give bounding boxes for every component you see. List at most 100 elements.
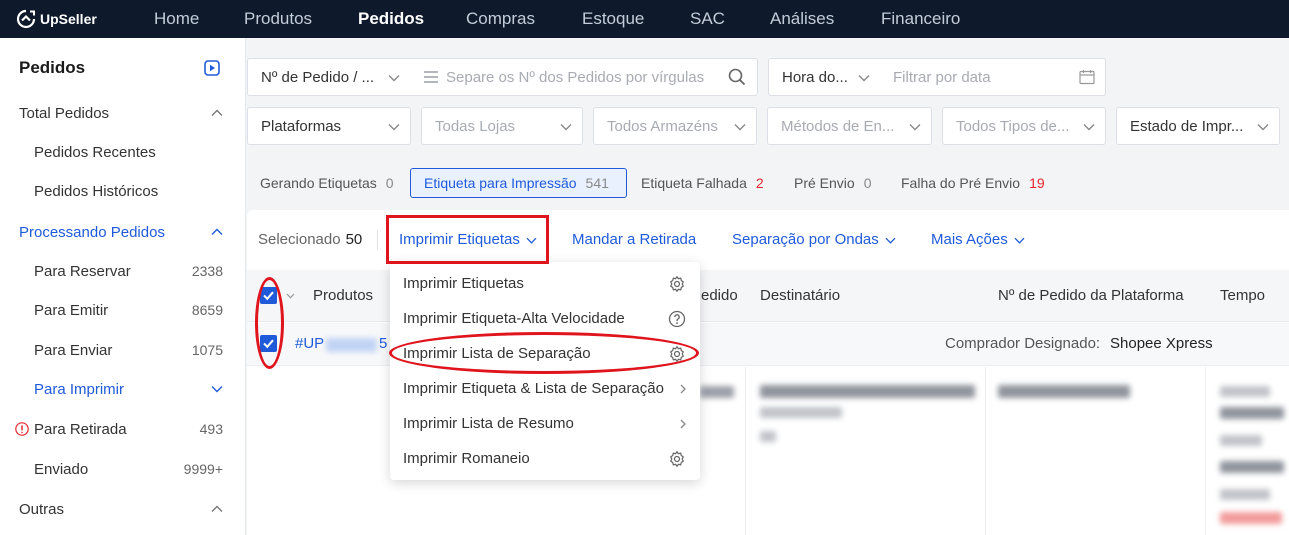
sidebar-item-enviado[interactable]: Enviado 9999+	[0, 450, 246, 488]
tab-etiqueta-para-impressao[interactable]: Etiqueta para Impressão 541	[410, 168, 627, 198]
shipping-method-select[interactable]: Métodos de En...	[767, 107, 932, 145]
menu-item-print-labels-high-speed[interactable]: Imprimir Etiqueta-Alta Velocidade	[390, 301, 700, 336]
menu-item-print-label-and-picking-list[interactable]: Imprimir Etiqueta & Lista de Separação	[390, 371, 700, 406]
nav-financeiro[interactable]: Financeiro	[881, 8, 960, 29]
search-icon[interactable]	[728, 68, 746, 86]
sidebar-item-para-reservar[interactable]: Para Reservar 2338	[0, 252, 246, 290]
platform-select[interactable]: Plataformas	[247, 107, 411, 145]
menu-item-label: Imprimir Lista de Separação	[403, 345, 591, 362]
redacted-text	[1220, 407, 1284, 419]
menu-item-label: Imprimir Etiqueta-Alta Velocidade	[403, 310, 625, 327]
tab-count: 0	[863, 175, 872, 191]
sidebar-item-count: 8659	[191, 302, 223, 318]
chevron-down-icon[interactable]	[286, 293, 295, 299]
tab-gerando-etiquetas[interactable]: Gerando Etiquetas 0	[260, 168, 394, 198]
chevron-down-icon	[1014, 237, 1025, 244]
select-placeholder: Todos Tipos de...	[956, 117, 1070, 135]
sidebar-item-label: Pedidos Históricos	[34, 182, 159, 200]
order-numbers-input[interactable]	[446, 68, 718, 86]
order-checkbox[interactable]	[260, 335, 277, 352]
select-placeholder: Todos Armazéns	[607, 117, 718, 135]
sidebar-item-count: 2338	[191, 263, 223, 279]
logo-text[interactable]: UpSeller	[40, 10, 97, 28]
chevron-down-icon	[734, 123, 746, 131]
upseller-logo-icon[interactable]	[16, 9, 36, 29]
sidebar-item-pedidos-historicos[interactable]: Pedidos Históricos	[0, 172, 246, 210]
select-value: Estado de Impr...	[1130, 117, 1244, 135]
chevron-down-icon[interactable]	[211, 385, 223, 393]
sidebar-item-processando-pedidos[interactable]: Processando Pedidos	[0, 213, 246, 251]
date-filter-box[interactable]	[880, 58, 1106, 96]
select-all-checkbox[interactable]	[260, 287, 277, 304]
print-labels-button[interactable]: Imprimir Etiquetas	[399, 229, 537, 251]
selected-label: Selecionado	[258, 231, 341, 248]
tab-etiqueta-falhada[interactable]: Etiqueta Falhada 2	[641, 168, 764, 198]
print-status-select[interactable]: Estado de Impr...	[1116, 107, 1280, 145]
menu-item-print-picking-list[interactable]: Imprimir Lista de Separação	[390, 336, 700, 371]
gear-icon[interactable]	[668, 275, 686, 293]
redacted-text	[760, 431, 776, 442]
order-numbers-search-box[interactable]	[410, 58, 758, 96]
menu-item-print-summary-list[interactable]: Imprimir Lista de Resumo	[390, 406, 700, 441]
select-value: Nº de Pedido / ...	[261, 68, 375, 86]
sidebar-item-para-retirada[interactable]: Para Retirada 493	[0, 410, 246, 448]
nav-compras[interactable]: Compras	[466, 8, 535, 29]
sidebar-item-label: Para Retirada	[34, 420, 127, 438]
chevron-right-icon	[668, 415, 686, 433]
sidebar-item-label: Outras	[19, 500, 65, 518]
store-select[interactable]: Todas Lojas	[421, 107, 583, 145]
warehouse-select[interactable]: Todos Armazéns	[593, 107, 757, 145]
list-icon	[423, 70, 439, 84]
sidebar-item-outras[interactable]: Outras	[0, 490, 246, 528]
tab-label: Falha do Pré Envio	[901, 175, 1021, 191]
chevron-down-icon	[388, 74, 400, 82]
select-value: Plataformas	[261, 117, 342, 135]
chevron-down-icon	[1257, 123, 1269, 131]
order-id-prefix[interactable]: #UP	[295, 334, 324, 354]
button-label: Mais Ações	[931, 231, 1008, 248]
redacted-text	[760, 385, 975, 398]
nav-estoque[interactable]: Estoque	[582, 8, 644, 29]
tab-count: 0	[385, 175, 394, 191]
column-divider	[985, 367, 986, 535]
chevron-down-icon	[909, 123, 921, 131]
action-divider	[377, 230, 378, 250]
chevron-up-icon[interactable]	[211, 228, 223, 236]
redacted-text	[998, 385, 1130, 398]
gear-icon[interactable]	[668, 345, 686, 363]
more-actions-button[interactable]: Mais Ações	[931, 229, 1025, 251]
nav-analises[interactable]: Análises	[770, 8, 834, 29]
gear-icon[interactable]	[668, 450, 686, 468]
sidebar-item-para-emitir[interactable]: Para Emitir 8659	[0, 291, 246, 329]
nav-produtos[interactable]: Produtos	[244, 8, 312, 29]
nav-sac[interactable]: SAC	[690, 8, 725, 29]
tab-pre-envio[interactable]: Pré Envio 0	[794, 168, 872, 198]
nav-home[interactable]: Home	[154, 8, 199, 29]
sidebar-item-pedidos-recentes[interactable]: Pedidos Recentes	[0, 133, 246, 171]
question-circle-icon[interactable]	[668, 310, 686, 328]
play-square-icon[interactable]	[204, 60, 220, 76]
type-select[interactable]: Todos Tipos de...	[942, 107, 1106, 145]
chevron-up-icon[interactable]	[211, 109, 223, 117]
time-field-select[interactable]: Hora do...	[768, 58, 881, 96]
tab-falha-do-pre-envio[interactable]: Falha do Pré Envio 19	[901, 168, 1045, 198]
menu-item-print-packing-slip[interactable]: Imprimir Romaneio	[390, 441, 700, 476]
redacted-text	[1220, 489, 1270, 500]
calendar-icon[interactable]	[1079, 69, 1095, 85]
column-header-platform-order: Nº de Pedido da Plataforma	[998, 287, 1184, 304]
send-to-pickup-button[interactable]: Mandar a Retirada	[572, 229, 696, 251]
chevron-down-icon	[858, 74, 870, 82]
sidebar-item-total-pedidos[interactable]: Total Pedidos	[0, 94, 246, 132]
nav-pedidos[interactable]: Pedidos	[358, 8, 424, 29]
sidebar-item-para-enviar[interactable]: Para Enviar 1075	[0, 331, 246, 369]
sidebar-item-para-imprimir[interactable]: Para Imprimir	[0, 370, 246, 408]
select-placeholder: Todas Lojas	[435, 117, 516, 135]
date-filter-input[interactable]	[893, 68, 1063, 86]
menu-item-print-labels[interactable]: Imprimir Etiquetas	[390, 266, 700, 301]
chevron-up-icon[interactable]	[211, 505, 223, 513]
order-field-select[interactable]: Nº de Pedido / ...	[247, 58, 411, 96]
sidebar-item-label: Para Imprimir	[34, 380, 125, 398]
order-id-suffix[interactable]: 5	[379, 334, 387, 354]
wave-picking-button[interactable]: Separação por Ondas	[732, 229, 896, 251]
chevron-down-icon	[885, 237, 896, 244]
